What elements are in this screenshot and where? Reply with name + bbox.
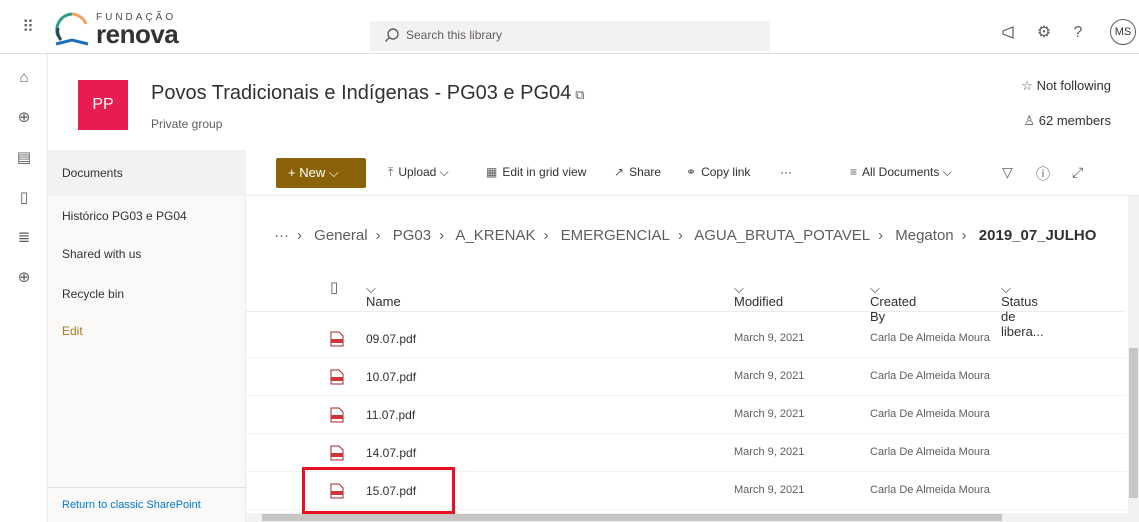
share-label: Share bbox=[629, 165, 662, 179]
share-icon: ↗ bbox=[614, 165, 625, 179]
site-header: PP Povos Tradicionais e Indígenas - PG03… bbox=[48, 54, 1139, 150]
pdf-icon bbox=[330, 407, 344, 423]
column-created-by[interactable]: Created By ⌵ bbox=[870, 281, 916, 324]
upload-icon: ⤒ bbox=[388, 165, 394, 179]
breadcrumb-item[interactable]: PG03 bbox=[393, 227, 431, 244]
file-created-by: Carla De Almeida Moura bbox=[870, 370, 990, 382]
waffle-icon[interactable]: ⠿ bbox=[20, 20, 36, 36]
nav-item-historico[interactable]: Histórico PG03 e PG04 bbox=[62, 209, 187, 223]
expand-icon[interactable]: ⤢ bbox=[1072, 164, 1083, 181]
file-modified: March 9, 2021 bbox=[734, 484, 805, 496]
more-button[interactable]: ··· bbox=[780, 165, 792, 179]
logo[interactable]: FUNDAÇÃO renova bbox=[52, 6, 202, 48]
file-name[interactable]: 14.07.pdf bbox=[366, 446, 416, 460]
renova-logo-mark bbox=[55, 12, 89, 46]
search-icon bbox=[385, 28, 399, 42]
file-name[interactable]: 09.07.pdf bbox=[366, 332, 416, 346]
site-nav: Documents Histórico PG03 e PG04 Shared w… bbox=[48, 150, 246, 522]
add-icon[interactable]: ⊕ bbox=[14, 268, 34, 288]
breadcrumb-current: 2019_07_JULHO bbox=[978, 227, 1097, 244]
command-bar: + New ⌵ ⤒ Upload ⌵ ▦ Edit in grid view ↗ Sh… bbox=[246, 150, 1139, 196]
file-name[interactable]: 10.07.pdf bbox=[366, 370, 416, 384]
edit-grid-label: Edit in grid view bbox=[502, 165, 587, 179]
file-modified: March 9, 2021 bbox=[734, 370, 805, 382]
file-created-by: Carla De Almeida Moura bbox=[870, 332, 990, 344]
breadcrumb-item[interactable]: EMERGENCIAL bbox=[561, 227, 670, 244]
copy-link-label: Copy link bbox=[701, 165, 751, 179]
breadcrumb-item[interactable]: AGUA_BRUTA_POTAVEL bbox=[694, 227, 870, 244]
page-title-text: Povos Tradicionais e Indígenas - PG03 e … bbox=[151, 82, 572, 104]
view-icon: ≡ bbox=[850, 165, 858, 179]
search-placeholder: Search this library bbox=[406, 28, 503, 42]
breadcrumb: ··· › General › PG03 › A_KRENAK › EMERGENCIA… bbox=[274, 227, 1097, 244]
page-title: Povos Tradicionais e Indígenas - PG03 e … bbox=[151, 82, 585, 105]
link-icon: ⚭ bbox=[686, 165, 697, 179]
file-modified: March 9, 2021 bbox=[734, 332, 805, 344]
gear-icon[interactable]: ⚙ bbox=[1035, 24, 1053, 42]
file-modified: March 9, 2021 bbox=[734, 446, 805, 458]
help-icon[interactable]: ? bbox=[1069, 24, 1087, 42]
breadcrumb-item[interactable]: General bbox=[314, 227, 367, 244]
follow-label: Not following bbox=[1036, 78, 1111, 93]
megaphone-icon[interactable] bbox=[1000, 24, 1018, 42]
nav-item-shared[interactable]: Shared with us bbox=[62, 247, 141, 261]
info-icon[interactable]: ⓘ bbox=[1036, 164, 1050, 184]
file-icon[interactable]: ▯ bbox=[14, 188, 34, 208]
logo-text-main: renova bbox=[96, 19, 179, 49]
person-icon: ♙ bbox=[1023, 113, 1036, 128]
follow-button[interactable]: ☆ Not following bbox=[1021, 78, 1111, 94]
upload-label: Upload bbox=[398, 165, 437, 179]
nav-edit-link[interactable]: Edit bbox=[62, 324, 83, 338]
search-input[interactable]: Search this library bbox=[370, 21, 770, 51]
view-selector[interactable]: ≡ All Documents ⌵ bbox=[850, 165, 952, 180]
grid-icon: ▦ bbox=[486, 165, 498, 179]
nav-item-documents[interactable]: Documents bbox=[48, 150, 246, 196]
highlight-annotation bbox=[302, 467, 455, 514]
members-label: 62 members bbox=[1038, 113, 1111, 128]
breadcrumb-item[interactable]: A_KRENAK bbox=[455, 227, 535, 244]
top-bar: ⠿ FUNDAÇÃO renova Search this library ⚙ … bbox=[0, 0, 1139, 54]
file-created-by: Carla De Almeida Moura bbox=[870, 408, 990, 420]
left-rail: ⌂ ⊕ ▤ ▯ ≣ ⊕ bbox=[0, 54, 48, 522]
nav-item-recycle-bin[interactable]: Recycle bin bbox=[62, 287, 124, 301]
star-icon: ☆ bbox=[1021, 78, 1033, 93]
horizontal-scroll-thumb[interactable] bbox=[262, 514, 1002, 521]
column-name[interactable]: Name ⌵ bbox=[366, 281, 401, 309]
members-button[interactable]: ♙ 62 members bbox=[1023, 113, 1111, 129]
column-header-row: ▯ Name ⌵ Modified ⌵ Created By ⌵ Status … bbox=[246, 268, 1126, 339]
breadcrumb-item[interactable]: Megaton bbox=[895, 227, 953, 244]
share-button[interactable]: ↗ Share bbox=[614, 165, 661, 179]
return-classic-link[interactable]: Return to classic SharePoint bbox=[48, 487, 246, 522]
news-icon[interactable]: ▤ bbox=[14, 148, 34, 168]
file-name[interactable]: 11.07.pdf bbox=[366, 408, 415, 422]
copy-link-button[interactable]: ⚭ Copy link bbox=[686, 165, 750, 179]
file-type-icon[interactable]: ▯ bbox=[330, 278, 338, 296]
column-modified[interactable]: Modified ⌵ bbox=[734, 281, 783, 309]
home-icon[interactable]: ⌂ bbox=[14, 68, 34, 88]
file-modified: March 9, 2021 bbox=[734, 408, 805, 420]
new-label: New bbox=[299, 165, 326, 180]
file-created-by: Carla De Almeida Moura bbox=[870, 484, 990, 496]
pdf-icon bbox=[330, 445, 344, 461]
edit-grid-button[interactable]: ▦ Edit in grid view bbox=[486, 165, 586, 179]
file-created-by: Carla De Almeida Moura bbox=[870, 446, 990, 458]
new-button[interactable]: + New ⌵ bbox=[276, 158, 366, 188]
avatar[interactable]: MS bbox=[1110, 19, 1136, 45]
upload-button[interactable]: ⤒ Upload ⌵ bbox=[388, 165, 449, 180]
list-icon[interactable]: ≣ bbox=[14, 228, 34, 248]
table-row[interactable]: 11.07.pdf March 9, 2021 Carla De Almeida… bbox=[246, 396, 1126, 434]
column-status[interactable]: Status de libera... ⌵ bbox=[1001, 281, 1044, 339]
breadcrumb-ellipsis[interactable]: ··· bbox=[274, 227, 289, 244]
pdf-icon bbox=[330, 331, 344, 347]
teams-icon[interactable]: ⧉ bbox=[575, 87, 584, 102]
group-privacy: Private group bbox=[151, 117, 223, 131]
view-label: All Documents bbox=[862, 165, 940, 179]
vertical-scroll-thumb[interactable] bbox=[1129, 348, 1138, 498]
group-logo[interactable]: PP bbox=[78, 80, 128, 130]
table-row[interactable]: 10.07.pdf March 9, 2021 Carla De Almeida… bbox=[246, 358, 1126, 396]
filter-icon[interactable]: ▽ bbox=[1002, 164, 1013, 181]
globe-icon[interactable]: ⊕ bbox=[14, 108, 34, 128]
table-row[interactable]: 09.07.pdf March 9, 2021 Carla De Almeida… bbox=[246, 320, 1126, 358]
pdf-icon bbox=[330, 369, 344, 385]
